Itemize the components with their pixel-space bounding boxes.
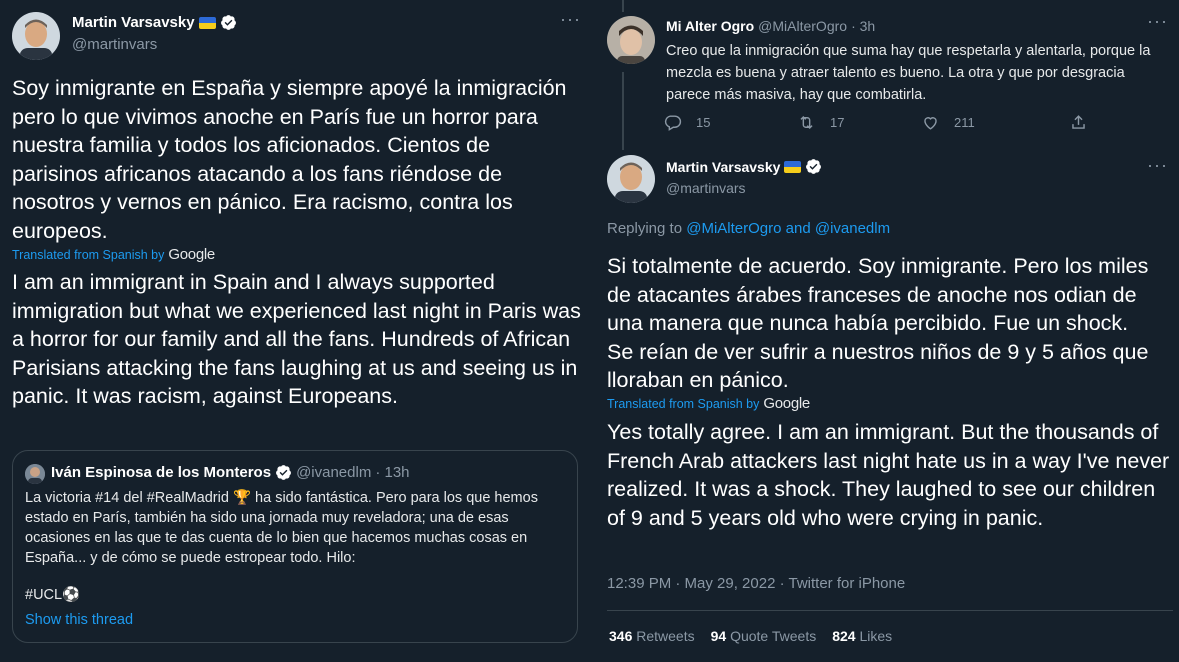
likes-count: 824 [832,628,856,644]
thread-connector-line [622,72,624,150]
author-handle[interactable]: @martinvars [666,180,746,196]
retweet-action[interactable]: 17 [797,113,844,132]
quote-text: La victoria #14 del #RealMadrid 🏆 ha sid… [25,490,538,566]
author-avatar[interactable] [607,155,655,203]
reply-count: 15 [696,115,711,130]
author-handle[interactable]: @martinvars [72,36,157,53]
translation-label: Translated from Spanish by [607,396,760,411]
verified-badge-icon [806,159,822,174]
author-avatar[interactable] [12,12,60,60]
tweet-translated-text: I am an immigrant in Spain and I always … [12,270,581,408]
reply-author-handle[interactable]: @MiAlterOgro [758,18,847,34]
quote-header: Iván Espinosa de los Monteros @ivanedlm … [51,464,410,481]
replying-prefix: Replying to [607,220,683,237]
tweet-original-text: Si totalmente de acuerdo. Soy inmigrante… [607,254,1149,392]
heart-icon [924,117,937,130]
replying-user-link[interactable]: @MiAlterOgro [686,220,781,237]
quote-tweets-count: 94 [710,628,727,644]
google-logo: Google [168,246,215,263]
show-thread-link[interactable]: Show this thread [25,612,133,628]
more-options-icon[interactable]: ··· [1147,156,1168,174]
replying-and: and [785,220,811,237]
retweets-stat[interactable]: 346 Retweets [609,628,695,644]
reply-author-name[interactable]: Mi Alter Ogro [666,18,754,34]
like-action[interactable]: 211 [921,113,975,132]
tweet-translated-text: Yes totally agree. I am an immigrant. Bu… [607,420,1170,530]
reply-action[interactable]: 15 [663,113,710,132]
share-action[interactable] [1069,113,1088,132]
retweet-icon [800,115,813,130]
left-tweet: Martin Varsavsky @martinvars ··· Soy inm… [0,0,591,662]
quote-author-avatar [25,464,45,484]
share-icon [1072,115,1085,129]
author-name[interactable]: Martin Varsavsky [72,14,195,31]
translation-attribution[interactable]: Translated from Spanish by Google [12,246,215,263]
more-options-icon[interactable]: ··· [1147,12,1168,30]
likes-stat[interactable]: 824 Likes [832,628,892,644]
quote-author-name: Iván Espinosa de los Monteros [51,464,272,481]
reply-action-bar: 15 17 211 [663,113,1093,133]
more-options-icon[interactable]: ··· [560,10,581,28]
quote-tweets-stat[interactable]: 94 Quote Tweets [711,628,817,644]
thread-line-top [622,0,624,12]
reply-time[interactable]: · 3h [851,18,875,34]
retweet-count: 17 [830,115,845,130]
quoted-tweet[interactable]: Iván Espinosa de los Monteros @ivanedlm … [12,450,578,643]
quote-hashtag[interactable]: #UCL⚽ [25,586,80,603]
quote-time: · 13h [375,464,410,481]
google-logo: Google [763,395,810,412]
verified-badge-icon [220,15,236,30]
ukraine-flag-icon [784,160,802,173]
ukraine-flag-icon [198,16,216,29]
screenshot-stage: Martin Varsavsky @martinvars ··· Soy inm… [0,0,1179,662]
author-name[interactable]: Martin Varsavsky [666,159,780,175]
tweet-timestamp[interactable]: 12:39 PM · May 29, 2022 · Twitter for iP… [607,575,905,592]
reply-author-avatar[interactable] [607,16,655,64]
right-thread: Mi Alter Ogro @MiAlterOgro · 3h ··· Creo… [591,0,1179,662]
author-name-line: Martin Varsavsky [72,14,237,31]
replying-to: Replying to @MiAlterOgro and @ivanedlm [607,220,890,237]
reply-name-line: Mi Alter Ogro @MiAlterOgro · 3h [666,18,875,34]
likes-label: Likes [859,628,893,644]
retweets-label: Retweets [636,628,695,644]
translation-attribution[interactable]: Translated from Spanish by Google [607,395,810,412]
replying-user-link[interactable]: @ivanedlm [815,220,890,237]
quote-author-handle: @ivanedlm [296,464,372,481]
quote-tweets-label: Quote Tweets [730,628,817,644]
tweet-stats: 346 Retweets 94 Quote Tweets 824 Likes [609,628,892,644]
translation-label: Translated from Spanish by [12,247,165,262]
like-count: 211 [954,115,975,130]
verified-badge-icon [276,465,291,480]
reply-text: Creo que la inmigración que suma hay que… [666,43,1151,103]
tweet-original-text: Soy inmigrante en España y siempre apoyé… [12,76,567,243]
author-name-line: Martin Varsavsky [666,158,822,175]
divider [607,610,1173,611]
comment-icon [664,115,682,131]
retweets-count: 346 [609,628,633,644]
